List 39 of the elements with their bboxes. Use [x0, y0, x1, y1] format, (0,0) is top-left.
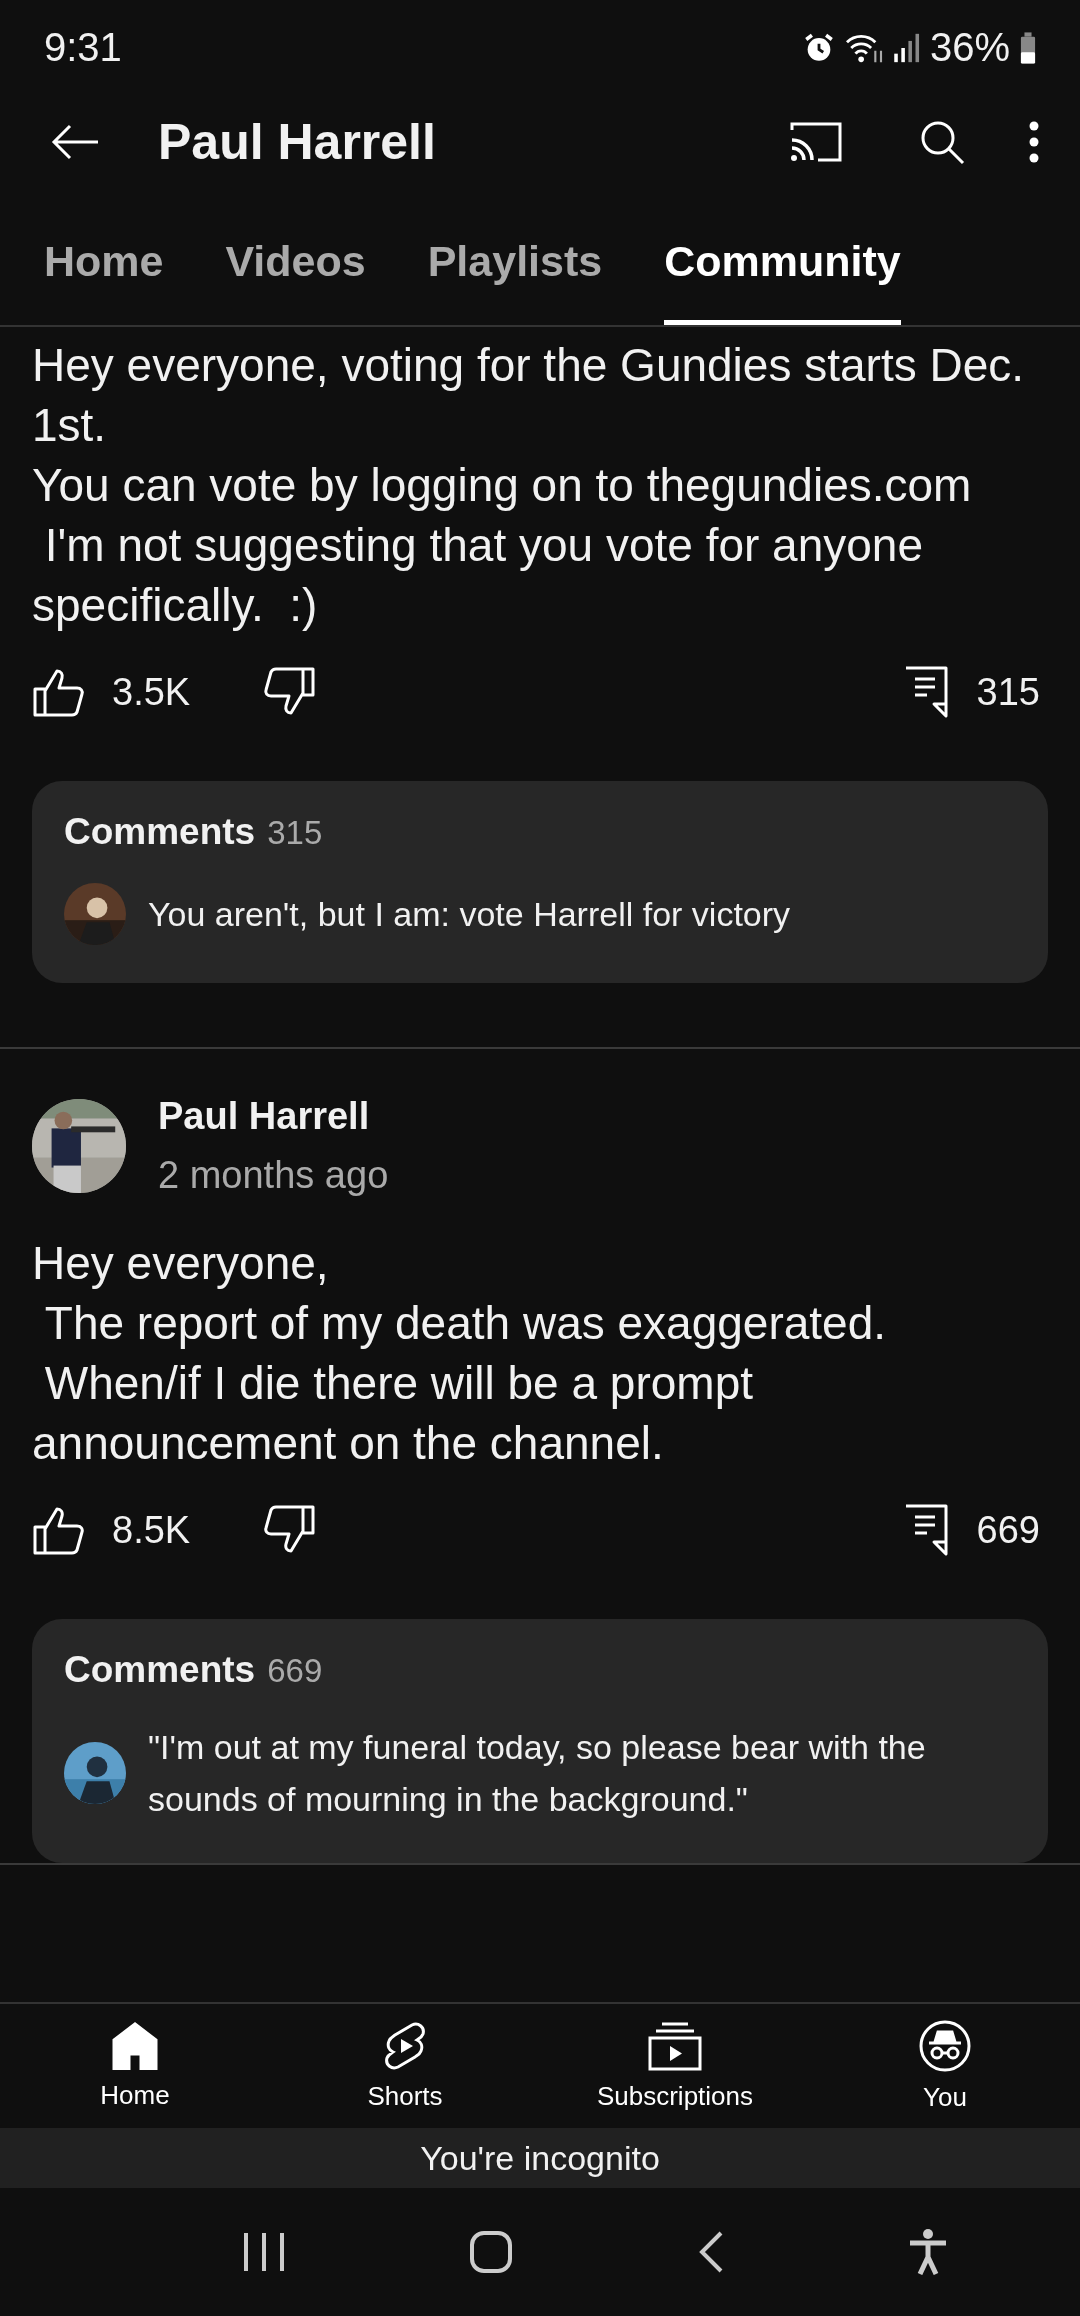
- post-text: Hey everyone, The report of my death was exaggerated. When/if I die there will be a prompt announcement on the channel.: [32, 1236, 888, 1471]
- comment-count: 669: [976, 1508, 1040, 1552]
- recent-apps-icon[interactable]: [241, 2231, 286, 2273]
- channel-tab[interactable]: Playlists: [427, 237, 603, 325]
- comments-total: 669: [267, 1652, 323, 1690]
- more-options-icon[interactable]: [1028, 120, 1040, 164]
- channel-tab[interactable]: Videos: [225, 237, 366, 325]
- status-time: 9:31: [44, 25, 122, 70]
- top-comment: You aren't, but I am: vote Harrell for victory: [148, 894, 791, 935]
- comment-count: 315: [976, 670, 1040, 714]
- channel-tab[interactable]: Community: [664, 237, 901, 325]
- nav-item[interactable]: Shorts: [270, 2004, 540, 2128]
- comments-heading: Comments: [64, 811, 256, 853]
- post-text: Hey everyone, voting for the Gundies starts Dec. 1st. You can vote by logging on to thegundies.com I'm not suggesting that you vote for anyone specifically. :): [32, 338, 1026, 633]
- back-arrow-icon[interactable]: [50, 122, 100, 162]
- accessibility-icon[interactable]: [908, 2229, 949, 2275]
- like-count: 8.5K: [112, 1508, 191, 1552]
- incognito-banner: You're incognito: [0, 2128, 1080, 2188]
- comments-card[interactable]: Comments 669 "I'm out at my funeral today, so please bear with the sounds of mourning in the background.": [32, 1619, 1048, 1863]
- dislike-icon[interactable]: [262, 667, 317, 717]
- author-name[interactable]: Paul Harrell: [158, 1095, 389, 1138]
- comments-heading: Comments: [64, 1649, 256, 1691]
- comments-total: 315: [267, 814, 323, 852]
- comments-card[interactable]: Comments 315 You aren't, but I am: vote Harrell for victory: [32, 781, 1048, 983]
- channel-tab[interactable]: Home: [44, 237, 164, 325]
- nav-item[interactable]: Home: [0, 2004, 270, 2128]
- home-button-icon[interactable]: [469, 2230, 514, 2274]
- battery-percent: 36%: [929, 25, 1010, 70]
- channel-title: Paul Harrell: [158, 113, 437, 171]
- dislike-icon[interactable]: [262, 1505, 317, 1555]
- cast-icon[interactable]: [788, 120, 844, 164]
- nav-item[interactable]: You: [810, 2004, 1080, 2128]
- post-time: 2 months ago: [158, 1154, 389, 1197]
- top-comment: "I'm out at my funeral today, so please bear with the sounds of mourning in the background.": [148, 1727, 927, 1820]
- like-icon[interactable]: [32, 1505, 86, 1555]
- like-count: 3.5K: [112, 670, 191, 714]
- battery-icon: [1018, 30, 1038, 65]
- nav-item[interactable]: Subscriptions: [540, 2004, 810, 2128]
- like-icon[interactable]: [32, 667, 86, 717]
